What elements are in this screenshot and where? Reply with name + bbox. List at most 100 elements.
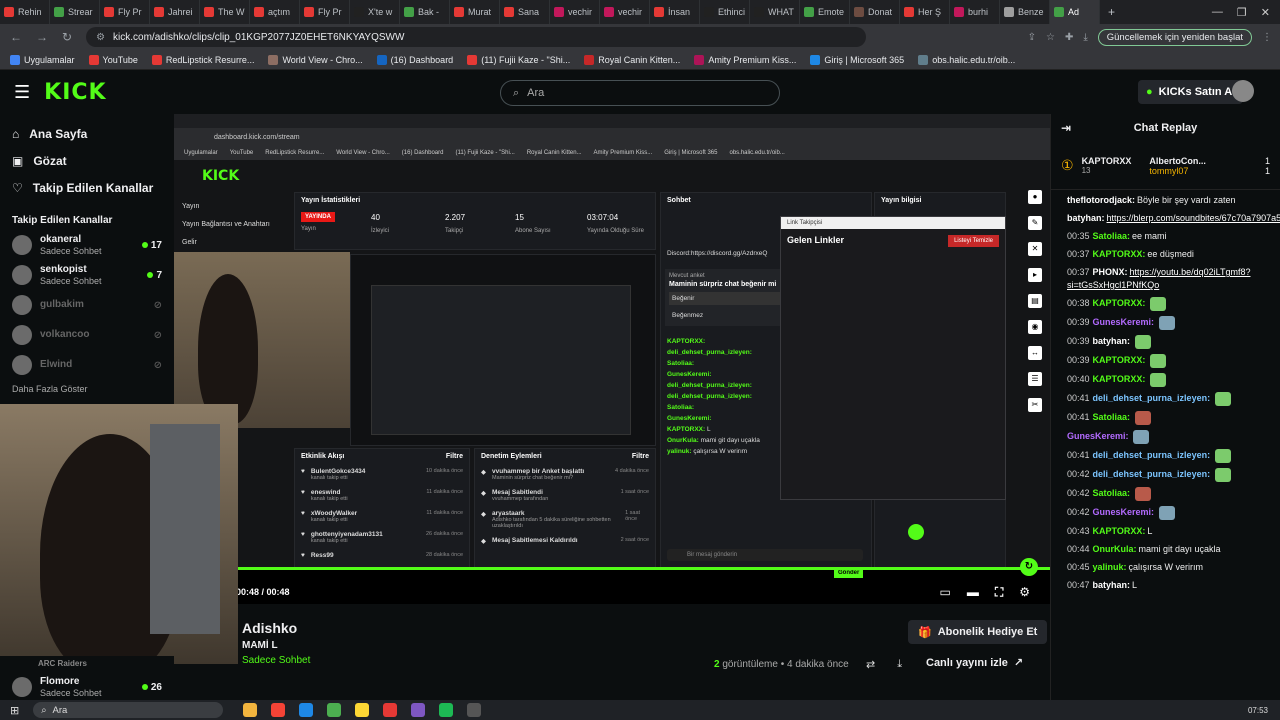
rail-icon[interactable]: ● [1028,190,1042,204]
reload-icon[interactable]: ↻ [62,30,72,44]
browser-tab[interactable]: vechir [600,0,650,24]
channel-item[interactable]: volkancoo ⊘ [0,320,174,350]
update-button[interactable]: Güncellemek için yeniden başlat [1097,28,1252,46]
browser-tab[interactable]: Bak - [400,0,450,24]
hamburger-menu-icon[interactable]: ☰ [14,82,30,103]
browser-tab[interactable]: Fly Pr [100,0,150,24]
taskbar-search[interactable]: ⌕ Ara [33,702,224,718]
kick-logo[interactable]: KICK [44,80,106,105]
browser-tab[interactable]: Ethinci [700,0,750,24]
mod-filter[interactable]: Filtre [632,453,649,460]
theater-icon[interactable]: ▬ [967,585,979,600]
bookmark-item[interactable]: Amity Premium Kiss... [694,54,796,65]
channel-item[interactable]: Elwind ⊘ [0,350,174,380]
rail-icon[interactable]: ✂ [1028,398,1042,412]
activity-filter[interactable]: Filtre [446,453,463,460]
collapse-chat-icon[interactable]: ⇥ [1061,121,1071,135]
replay-icon[interactable]: ↻ [1020,558,1038,576]
search-input[interactable]: ⌕ Ara [500,80,780,106]
message-user[interactable]: GunesKeremi: [1093,317,1155,327]
rail-icon[interactable]: ▸ [1028,268,1042,282]
download-icon[interactable]: ⤓ [1083,32,1087,43]
message-user[interactable]: Satoliaa: [1093,231,1131,241]
gift-subscription-button[interactable]: 🎁 Abonelik Hediye Et [908,620,1048,644]
app-icon[interactable] [271,703,286,717]
bookmark-item[interactable]: YouTube [88,54,138,65]
forward-icon[interactable]: → [36,30,48,44]
message-user[interactable]: yalinuk: [1093,562,1127,572]
url-input[interactable]: ⚙ kick.com/adishko/clips/clip_01KGP2077J… [86,27,867,47]
show-more-link[interactable]: Daha Fazla Göster [0,380,174,398]
bookmark-item[interactable]: Giriş | Microsoft 365 [810,54,904,65]
channel-item[interactable]: gulbakim ⊘ [0,290,174,320]
nav-following[interactable]: ♡ Takip Edilen Kanallar [0,174,174,201]
video-player[interactable]: dashboard.kick.com/stream Uygulamalar You… [174,114,1050,604]
menu-icon[interactable]: ⋮ [1262,32,1272,43]
dash-chat-input[interactable]: Bir mesaj gönderin [667,549,863,561]
message-user[interactable]: OnurKula: [1093,544,1137,554]
browser-tab[interactable]: X'te w [350,0,400,24]
message-link[interactable]: https://blerp.com/soundbites/67c70a7907a… [1107,213,1280,223]
user-avatar[interactable] [1232,80,1254,102]
rail-icon[interactable]: ↔ [1028,346,1042,360]
bookmark-item[interactable]: World View - Chro... [268,54,363,65]
download-clip-icon[interactable]: ⤓ [897,658,902,671]
site-info-icon[interactable]: ⚙ [96,32,105,43]
browser-tab[interactable]: Murat [450,0,500,24]
bookmark-item[interactable]: Uygulamalar [10,54,75,65]
message-user[interactable]: deli_dehset_purna_izleyen: [1093,450,1211,460]
streamer-name[interactable]: Adishko [242,620,297,636]
message-user[interactable]: deli_dehset_purna_izleyen: [1093,469,1211,479]
rail-icon[interactable]: ▤ [1028,294,1042,308]
browser-tab[interactable]: Strear [50,0,100,24]
bookmark-item[interactable]: RedLipstick Resurre... [151,54,254,65]
bookmark-star-icon[interactable]: ☆ [1046,32,1055,43]
browser-tab[interactable]: WHAT [750,0,800,24]
browser-tab[interactable]: The W [200,0,250,24]
back-icon[interactable]: ← [10,30,22,44]
browser-tab[interactable]: İnsan [650,0,700,24]
message-user[interactable]: GunesKeremi: [1067,431,1129,441]
message-user[interactable]: Satoliaa: [1093,412,1131,422]
channel-item[interactable]: ARC Raiders [0,656,174,672]
browser-tab[interactable]: açtım [250,0,300,24]
maximize-icon[interactable]: ❐ [1237,6,1247,19]
rail-icon[interactable]: ◉ [1028,320,1042,334]
nav-browse[interactable]: ▣ Gözat [0,147,174,174]
watch-live-button[interactable]: Canlı yayını izle ↗ [926,656,1023,670]
clear-list-button[interactable]: Listeyi Temizle [948,235,999,247]
progress-bar[interactable] [236,567,1050,570]
message-user[interactable]: PHONX: [1093,267,1128,277]
nav-home[interactable]: ⌂ Ana Sayfa [0,120,174,147]
extensions-icon[interactable]: ✚ [1065,32,1073,43]
rail-icon[interactable]: ☰ [1028,372,1042,386]
browser-tab[interactable]: Donat [850,0,900,24]
channel-item[interactable]: Flomore Sadece Sohbet 26 [0,672,174,702]
message-user[interactable]: Satoliaa: [1093,488,1131,498]
pip-icon[interactable]: ▭ [939,585,950,600]
fullscreen-icon[interactable]: ⛶ [995,585,1003,600]
bookmark-item[interactable]: (16) Dashboard [376,54,453,65]
message-user[interactable]: theflotorodjack: [1067,195,1135,205]
settings-icon[interactable]: ⚙ [1019,585,1030,600]
channel-item[interactable]: senkopist Sadece Sohbet 7 [0,260,174,290]
browser-tab[interactable]: Rehin [0,0,50,24]
share-clip-icon[interactable]: ⇄ [866,658,875,671]
app-icon[interactable] [383,703,398,717]
share-icon[interactable]: ⇪ [1028,32,1036,43]
app-icon[interactable] [439,703,454,717]
clip-category[interactable]: Sadece Sohbet [242,655,310,666]
new-tab-icon[interactable]: + [1100,5,1123,19]
close-icon[interactable]: ✕ [1261,6,1270,19]
bookmark-item[interactable]: Royal Canin Kitten... [584,54,680,65]
rail-icon[interactable]: ✕ [1028,242,1042,256]
message-user[interactable]: KAPTORXX: [1093,298,1146,308]
bookmark-item[interactable]: (11) Fujii Kaze - "Shi... [467,54,570,65]
rail-icon[interactable]: ✎ [1028,216,1042,230]
message-user[interactable]: batyhan: [1093,580,1131,590]
app-icon[interactable] [467,703,482,717]
app-icon[interactable] [299,703,314,717]
browser-tab[interactable]: Sana [500,0,550,24]
message-user[interactable]: KAPTORXX: [1093,374,1146,384]
app-icon[interactable] [355,703,370,717]
